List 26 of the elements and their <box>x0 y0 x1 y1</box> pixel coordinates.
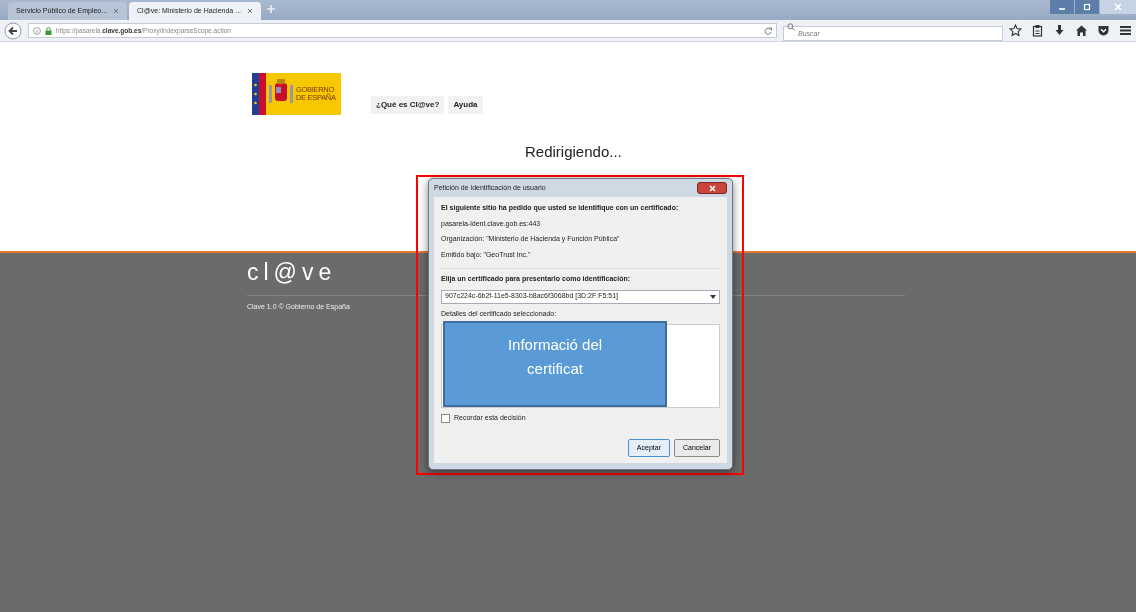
tab-close-icon[interactable] <box>113 8 120 14</box>
close-icon <box>1114 3 1122 11</box>
search-icon <box>787 22 795 31</box>
lock-icon[interactable] <box>45 26 52 35</box>
close-button[interactable] <box>697 182 727 194</box>
checkbox[interactable] <box>441 413 450 423</box>
back-icon[interactable] <box>4 21 22 40</box>
download-icon[interactable] <box>1053 24 1066 37</box>
status-text: Redirigiendo... <box>525 142 622 162</box>
caret-icon <box>710 294 716 299</box>
info-icon[interactable] <box>33 26 41 35</box>
star-icon[interactable] <box>1009 24 1022 37</box>
home-icon[interactable] <box>1075 24 1088 37</box>
menu-icon[interactable] <box>1119 24 1132 37</box>
reload-icon[interactable] <box>764 26 772 35</box>
clipboard-icon[interactable] <box>1031 24 1044 37</box>
nav-button[interactable]: ¿Qué es Cl@ve? <box>371 96 445 114</box>
close-icon <box>708 184 716 192</box>
tab-close-icon[interactable] <box>247 8 254 14</box>
annotation-box: Informació del certificat <box>443 321 667 407</box>
brand-logo: cl@ve <box>247 261 337 284</box>
nav-button[interactable]: Ayuda <box>448 96 483 114</box>
minimize-button[interactable] <box>1050 0 1074 14</box>
maximize-button[interactable] <box>1075 0 1099 14</box>
maximize-icon <box>1083 3 1091 11</box>
pocket-icon[interactable] <box>1097 24 1110 37</box>
